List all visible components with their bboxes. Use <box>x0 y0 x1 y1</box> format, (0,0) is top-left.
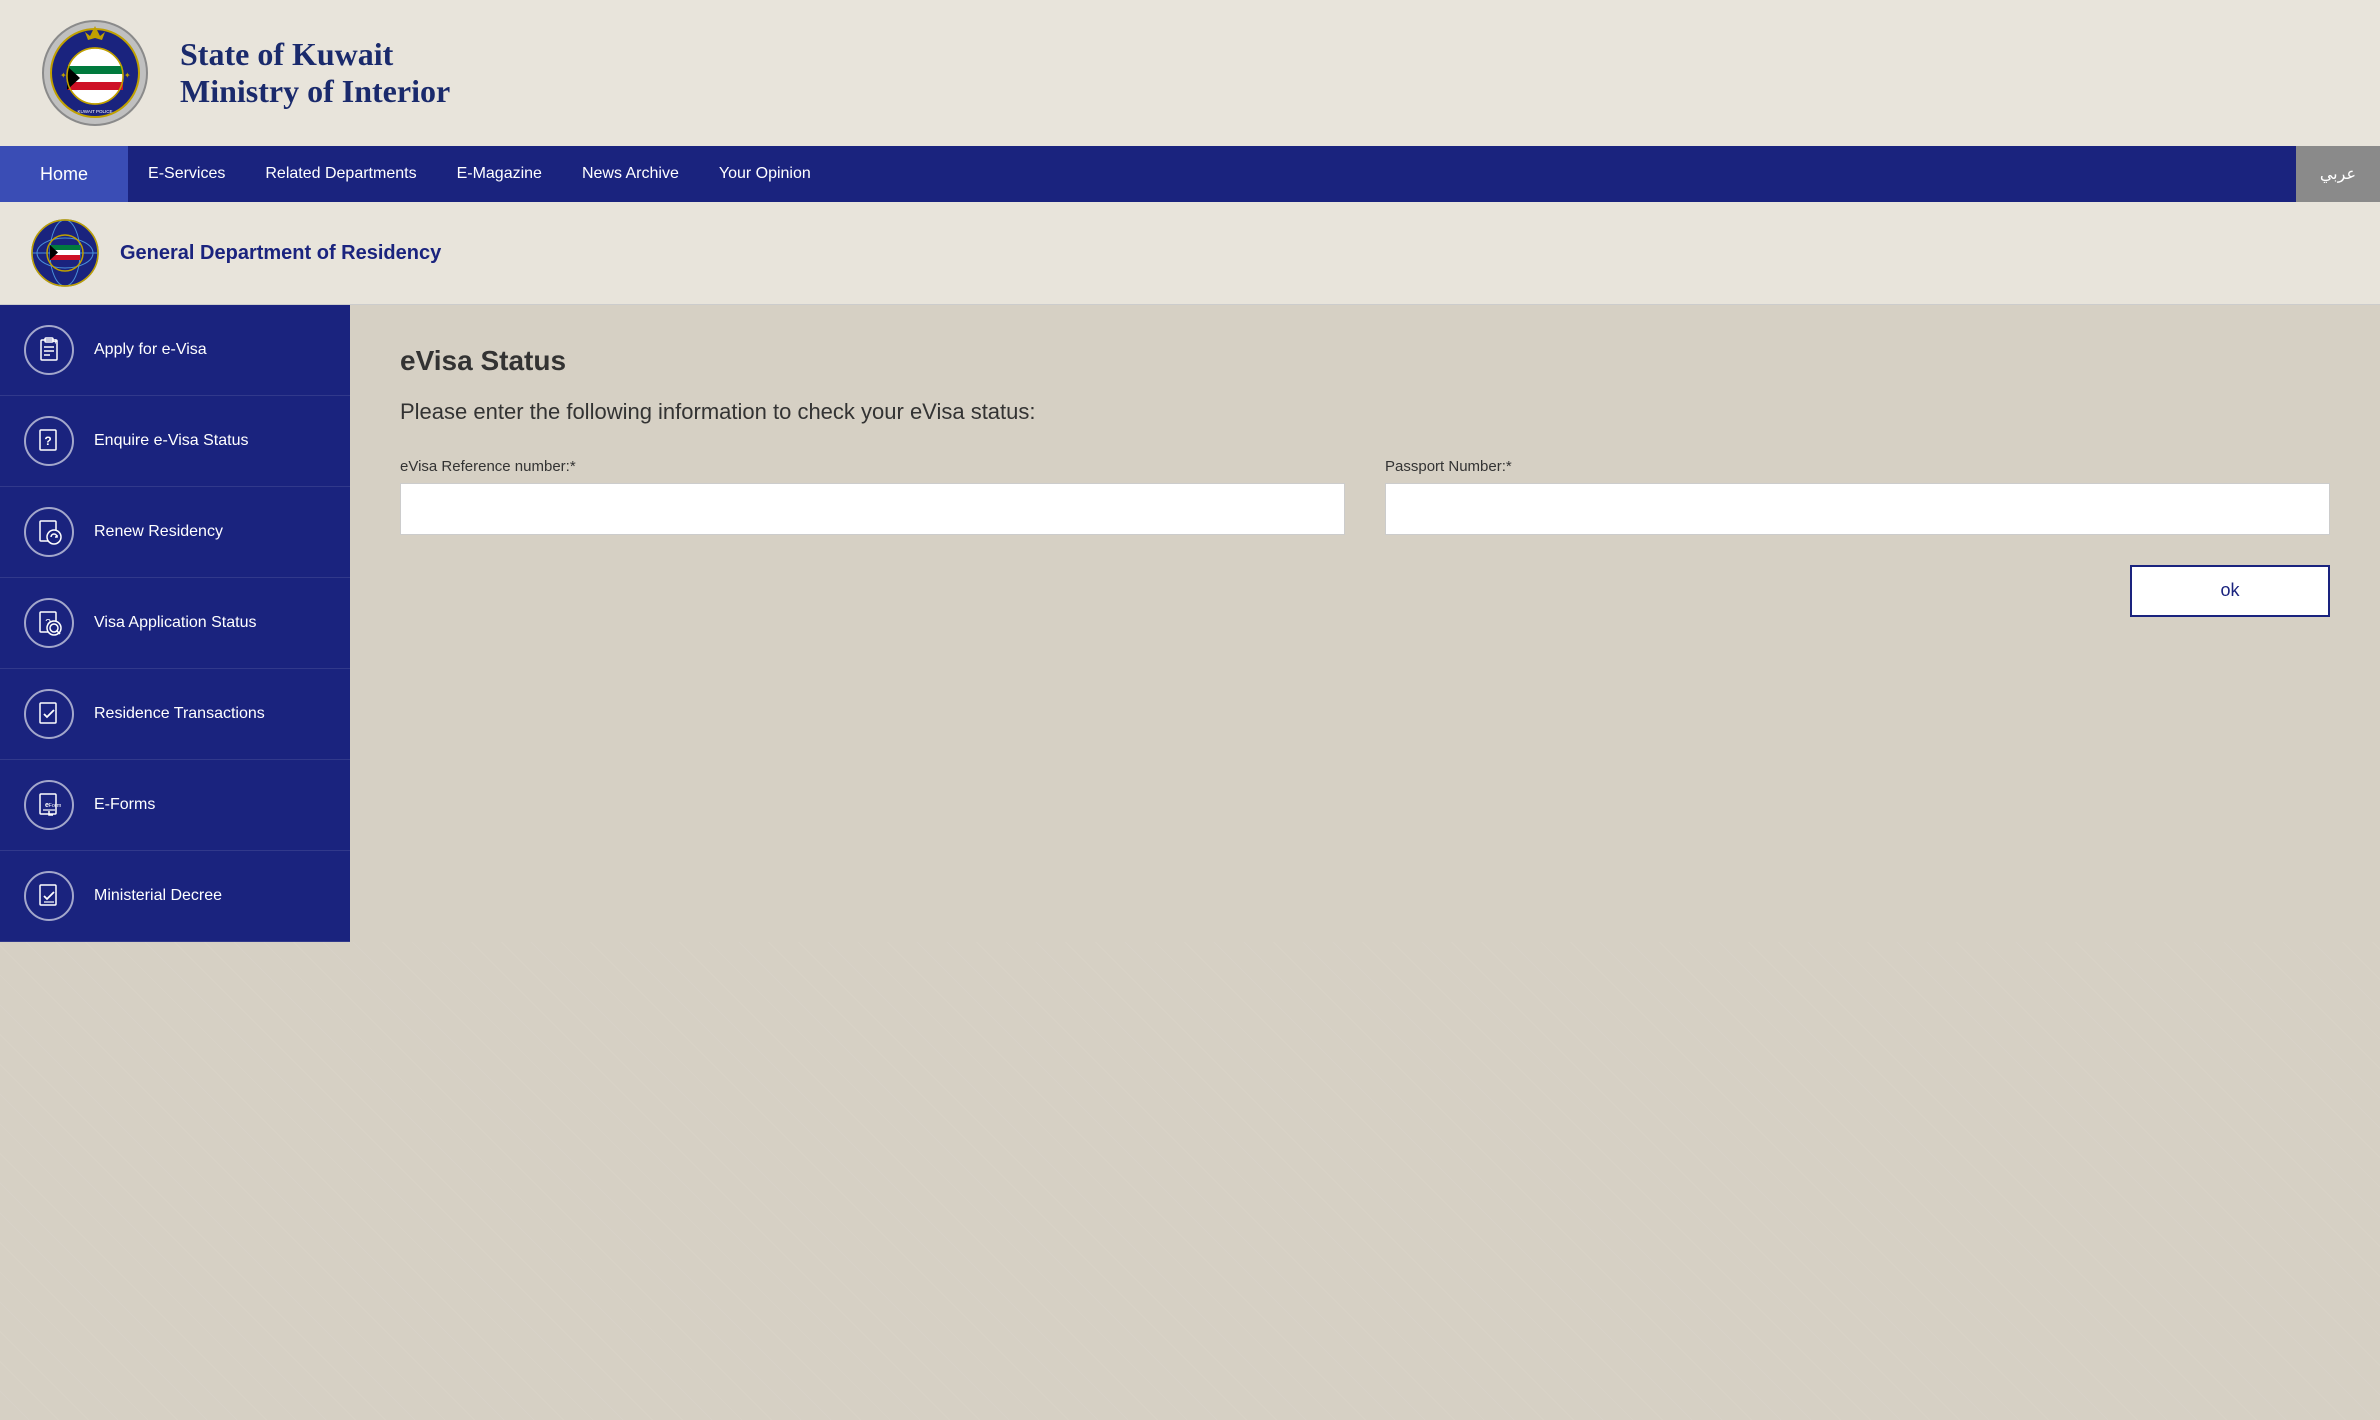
svg-text:+: + <box>53 337 58 346</box>
nav-item-news-archive[interactable]: News Archive <box>582 165 679 183</box>
clipboard-icon: + <box>24 325 74 375</box>
sidebar-item-ministerial-decree[interactable]: Ministerial Decree <box>0 851 350 942</box>
sidebar-label-enquire-evisa: Enquire e-Visa Status <box>94 432 248 450</box>
passport-number-input[interactable] <box>1385 483 2330 535</box>
sidebar-item-eforms[interactable]: e Form E-Forms <box>0 760 350 851</box>
residence-transactions-icon <box>24 689 74 739</box>
form-group-reference: eVisa Reference number:* <box>400 458 1345 535</box>
header-title-line2: Ministry of Interior <box>180 73 450 110</box>
main-navbar: Home E-Services Related Departments E-Ma… <box>0 146 2380 202</box>
sidebar-item-enquire-evisa[interactable]: ? Enquire e-Visa Status <box>0 396 350 487</box>
sidebar-label-visa-status: Visa Application Status <box>94 614 256 632</box>
question-icon: ? <box>24 416 74 466</box>
nav-item-emagazine[interactable]: E-Magazine <box>457 165 542 183</box>
header-logo: وزارة الداخلية KUWAIT POLICE ✦ ✦ <box>40 18 150 128</box>
content-area: + Apply for e-Visa ? Enquire e-Visa Stat… <box>0 305 2380 942</box>
svg-text:✦: ✦ <box>124 71 131 80</box>
svg-text:?: ? <box>44 434 51 448</box>
sidebar: + Apply for e-Visa ? Enquire e-Visa Stat… <box>0 305 350 942</box>
page-header: وزارة الداخلية KUWAIT POLICE ✦ ✦ State o… <box>0 0 2380 146</box>
header-title: State of Kuwait Ministry of Interior <box>180 36 450 110</box>
svg-text:✦: ✦ <box>60 71 67 80</box>
ok-button[interactable]: ok <box>2130 565 2330 617</box>
nav-home-label: Home <box>40 164 88 185</box>
nav-item-your-opinion[interactable]: Your Opinion <box>719 165 811 183</box>
nav-arabic-button[interactable]: عربي <box>2296 146 2380 202</box>
nav-arabic-label: عربي <box>2320 164 2356 184</box>
evisa-title: eVisa Status <box>400 345 2330 377</box>
nav-items-container: E-Services Related Departments E-Magazin… <box>128 146 2296 202</box>
sidebar-label-ministerial-decree: Ministerial Decree <box>94 887 222 905</box>
visa-status-icon: ? <box>24 598 74 648</box>
sidebar-item-visa-status[interactable]: ? Visa Application Status <box>0 578 350 669</box>
nav-home-button[interactable]: Home <box>0 146 128 202</box>
sidebar-label-renew-residency: Renew Residency <box>94 523 223 541</box>
eforms-icon: e Form <box>24 780 74 830</box>
form-row: eVisa Reference number:* Passport Number… <box>400 458 2330 535</box>
main-content: eVisa Status Please enter the following … <box>350 305 2380 942</box>
evisa-subtitle: Please enter the following information t… <box>400 397 1100 428</box>
ministerial-decree-icon <box>24 871 74 921</box>
svg-text:وزارة الداخلية: وزارة الداخلية <box>81 52 110 58</box>
dept-logo <box>30 218 100 288</box>
sidebar-item-apply-evisa[interactable]: + Apply for e-Visa <box>0 305 350 396</box>
svg-text:Form: Form <box>49 803 62 809</box>
renew-icon <box>24 507 74 557</box>
header-title-line1: State of Kuwait <box>180 36 450 73</box>
nav-item-related-departments[interactable]: Related Departments <box>265 165 416 183</box>
sidebar-label-eforms: E-Forms <box>94 796 155 814</box>
reference-label: eVisa Reference number:* <box>400 458 1345 475</box>
evisa-reference-input[interactable] <box>400 483 1345 535</box>
sidebar-item-renew-residency[interactable]: Renew Residency <box>0 487 350 578</box>
passport-label: Passport Number:* <box>1385 458 2330 475</box>
nav-item-eservices[interactable]: E-Services <box>148 165 225 183</box>
sidebar-label-residence-transactions: Residence Transactions <box>94 705 265 723</box>
sidebar-label-apply-evisa: Apply for e-Visa <box>94 341 207 359</box>
svg-text:KUWAIT POLICE: KUWAIT POLICE <box>77 109 112 114</box>
sidebar-item-residence-transactions[interactable]: Residence Transactions <box>0 669 350 760</box>
form-group-passport: Passport Number:* <box>1385 458 2330 535</box>
dept-title-text: General Department of Residency <box>120 242 441 265</box>
dept-header: General Department of Residency <box>0 202 2380 305</box>
